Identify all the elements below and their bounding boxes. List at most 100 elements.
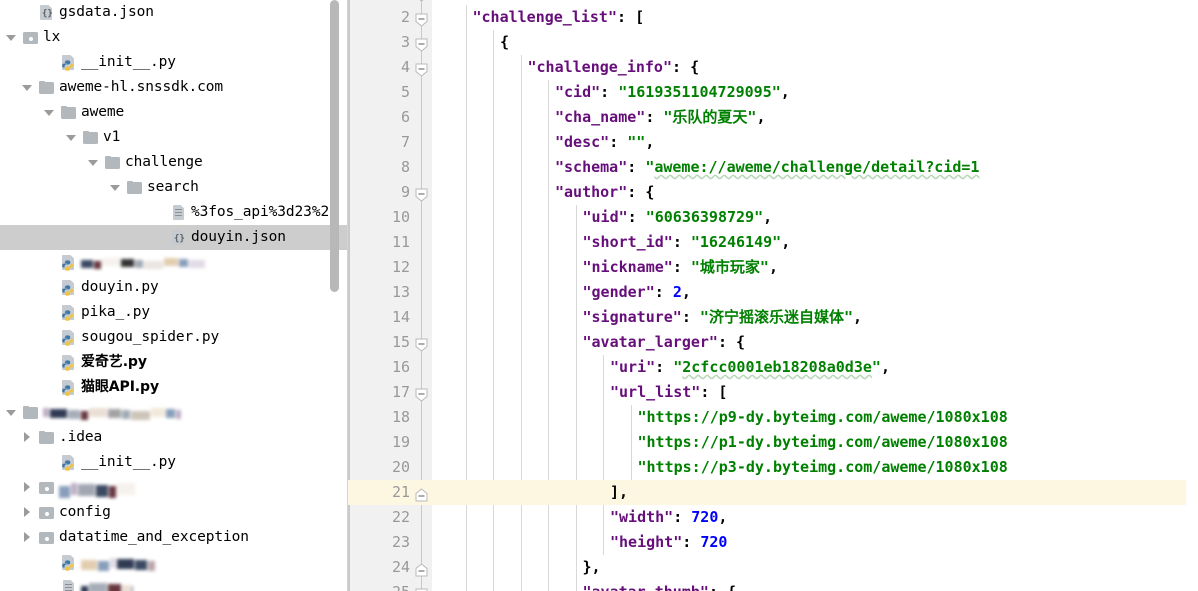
tree-item[interactable]: douyin.json <box>0 225 348 250</box>
tree-item[interactable]: lx <box>0 25 348 50</box>
tree-item[interactable]: sougou_spider.py <box>0 325 348 350</box>
code-line[interactable]: 13 "gender": 2, <box>348 280 1186 305</box>
tree-item[interactable] <box>0 400 348 425</box>
project-tree-panel[interactable]: gsdata.json lx __init__.py aweme-hl.snssdk.… <box>0 0 348 591</box>
code-line[interactable]: 9 "author": { <box>348 180 1186 205</box>
code-line[interactable]: 19 "https://p1-dy.byteimg.com/aweme/1080x… <box>348 430 1186 455</box>
code-text: "challenge_info": { <box>527 58 700 76</box>
line-number: 15 <box>391 333 410 351</box>
chevron-down-icon[interactable] <box>110 182 121 193</box>
chevron-down-icon[interactable] <box>88 157 99 168</box>
line-number: 20 <box>391 458 410 476</box>
tree-item[interactable] <box>0 475 348 500</box>
tree-item[interactable]: __init__.py <box>0 450 348 475</box>
tree-item[interactable]: search <box>0 175 348 200</box>
code-text: "https://p1-dy.byteimg.com/aweme/1080x10… <box>637 433 1008 451</box>
code-line[interactable]: 12 "nickname": "城市玩家", <box>348 255 1186 280</box>
chevron-right-icon[interactable] <box>22 481 33 493</box>
project-tree-scrollbar[interactable] <box>330 0 339 292</box>
text-file-icon <box>60 579 77 591</box>
code-line[interactable]: 14 "signature": "济宁摇滚乐迷自媒体", <box>348 305 1186 330</box>
code-line[interactable]: 4 "challenge_info": { <box>348 55 1186 80</box>
code-text: "cid": "1619351104729095", <box>555 83 790 101</box>
tree-item[interactable] <box>0 575 348 591</box>
tree-item-label-redacted <box>59 483 136 498</box>
tree-item[interactable]: aweme <box>0 100 348 125</box>
tree-item[interactable]: challenge <box>0 150 348 175</box>
line-number: 2 <box>400 8 410 26</box>
chevron-down-icon[interactable] <box>6 32 17 43</box>
folder-icon <box>22 404 39 421</box>
fold-open-icon[interactable] <box>415 186 428 202</box>
fold-open-icon[interactable] <box>415 11 428 27</box>
code-line[interactable]: 2 "challenge_list": [ <box>348 5 1186 30</box>
fold-open-icon[interactable] <box>415 336 428 352</box>
code-line[interactable]: 22 "width": 720, <box>348 505 1186 530</box>
tree-item[interactable]: pika_.py <box>0 300 348 325</box>
chevron-right-icon[interactable] <box>22 531 33 543</box>
folder-icon <box>38 429 55 446</box>
chevron-down-icon[interactable] <box>66 132 77 143</box>
code-line[interactable]: 21], <box>348 480 1186 505</box>
chevron-down-icon[interactable] <box>22 82 33 93</box>
tree-item[interactable]: aweme-hl.snssdk.com <box>0 75 348 100</box>
tree-item-label: douyin.py <box>81 279 159 295</box>
tree-item[interactable]: __init__.py <box>0 50 348 75</box>
tree-item-label: datatime_and_exception <box>59 529 249 545</box>
code-text: "https://p3-dy.byteimg.com/aweme/1080x10… <box>637 458 1008 476</box>
code-line[interactable]: 3{ <box>348 30 1186 55</box>
chevron-down-icon[interactable] <box>6 407 17 418</box>
code-line[interactable]: 10 "uid": "60636398729", <box>348 205 1186 230</box>
fold-open-icon[interactable] <box>415 36 428 52</box>
fold-open-icon[interactable] <box>415 386 428 402</box>
tree-item[interactable]: 爱奇艺.py <box>0 350 348 375</box>
code-line[interactable]: 11 "short_id": "16246149", <box>348 230 1186 255</box>
tree-item[interactable]: douyin.py <box>0 275 348 300</box>
code-line[interactable]: 24}, <box>348 555 1186 580</box>
code-line[interactable]: 25 "avatar_thumb": { <box>348 580 1186 591</box>
code-line[interactable]: 20 "https://p3-dy.byteimg.com/aweme/1080x… <box>348 455 1186 480</box>
fold-open-icon[interactable] <box>415 586 428 591</box>
project-tree[interactable]: gsdata.json lx __init__.py aweme-hl.snssdk.… <box>0 0 348 591</box>
code-text: "nickname": "城市玩家", <box>582 258 778 276</box>
tree-item[interactable]: v1 <box>0 125 348 150</box>
tree-item-label: sougou_spider.py <box>81 329 220 345</box>
code-line[interactable]: 6 "cha_name": "乐队的夏天", <box>348 105 1186 130</box>
tree-item-label: __init__.py <box>81 454 176 470</box>
tree-item[interactable]: gsdata.json <box>0 0 348 25</box>
tree-item[interactable] <box>0 550 348 575</box>
code-line[interactable]: 7 "desc": "", <box>348 130 1186 155</box>
code-line[interactable]: 18 "https://p9-dy.byteimg.com/aweme/1080x… <box>348 405 1186 430</box>
tree-item-label: .idea <box>59 429 103 445</box>
fold-close-icon[interactable] <box>415 486 428 501</box>
tree-item[interactable] <box>0 250 348 275</box>
chevron-right-icon[interactable] <box>22 506 33 518</box>
python-file-icon <box>60 254 77 271</box>
code-line[interactable]: 23 "height": 720 <box>348 530 1186 555</box>
tree-item[interactable]: config <box>0 500 348 525</box>
code-line[interactable]: 17 "url_list": [ <box>348 380 1186 405</box>
chevron-down-icon[interactable] <box>44 107 55 118</box>
tree-item[interactable]: %3fos_api%3d23%26 <box>0 200 348 225</box>
tree-item[interactable]: 猫眼API.py <box>0 375 348 400</box>
line-number: 5 <box>400 83 410 101</box>
tree-item-label: aweme <box>81 104 125 120</box>
fold-open-icon[interactable] <box>415 61 428 77</box>
code-line[interactable]: 8 "schema": "aweme://aweme/challenge/deta… <box>348 155 1186 180</box>
code-text: }, <box>582 558 601 576</box>
chevron-right-icon[interactable] <box>22 431 33 443</box>
code-editor[interactable]: 1{2"challenge_list": [3{4"challenge_info… <box>348 0 1198 591</box>
tree-item[interactable]: datatime_and_exception <box>0 525 348 550</box>
code-line[interactable]: 16 "uri": "2cfcc0001eb18208a0d3e", <box>348 355 1186 380</box>
line-number: 21 <box>391 483 410 501</box>
fold-close-icon[interactable] <box>415 561 428 576</box>
code-line[interactable]: 5 "cid": "1619351104729095", <box>348 80 1186 105</box>
tree-item[interactable]: .idea <box>0 425 348 450</box>
code-line[interactable]: 15 "avatar_larger": { <box>348 330 1186 355</box>
